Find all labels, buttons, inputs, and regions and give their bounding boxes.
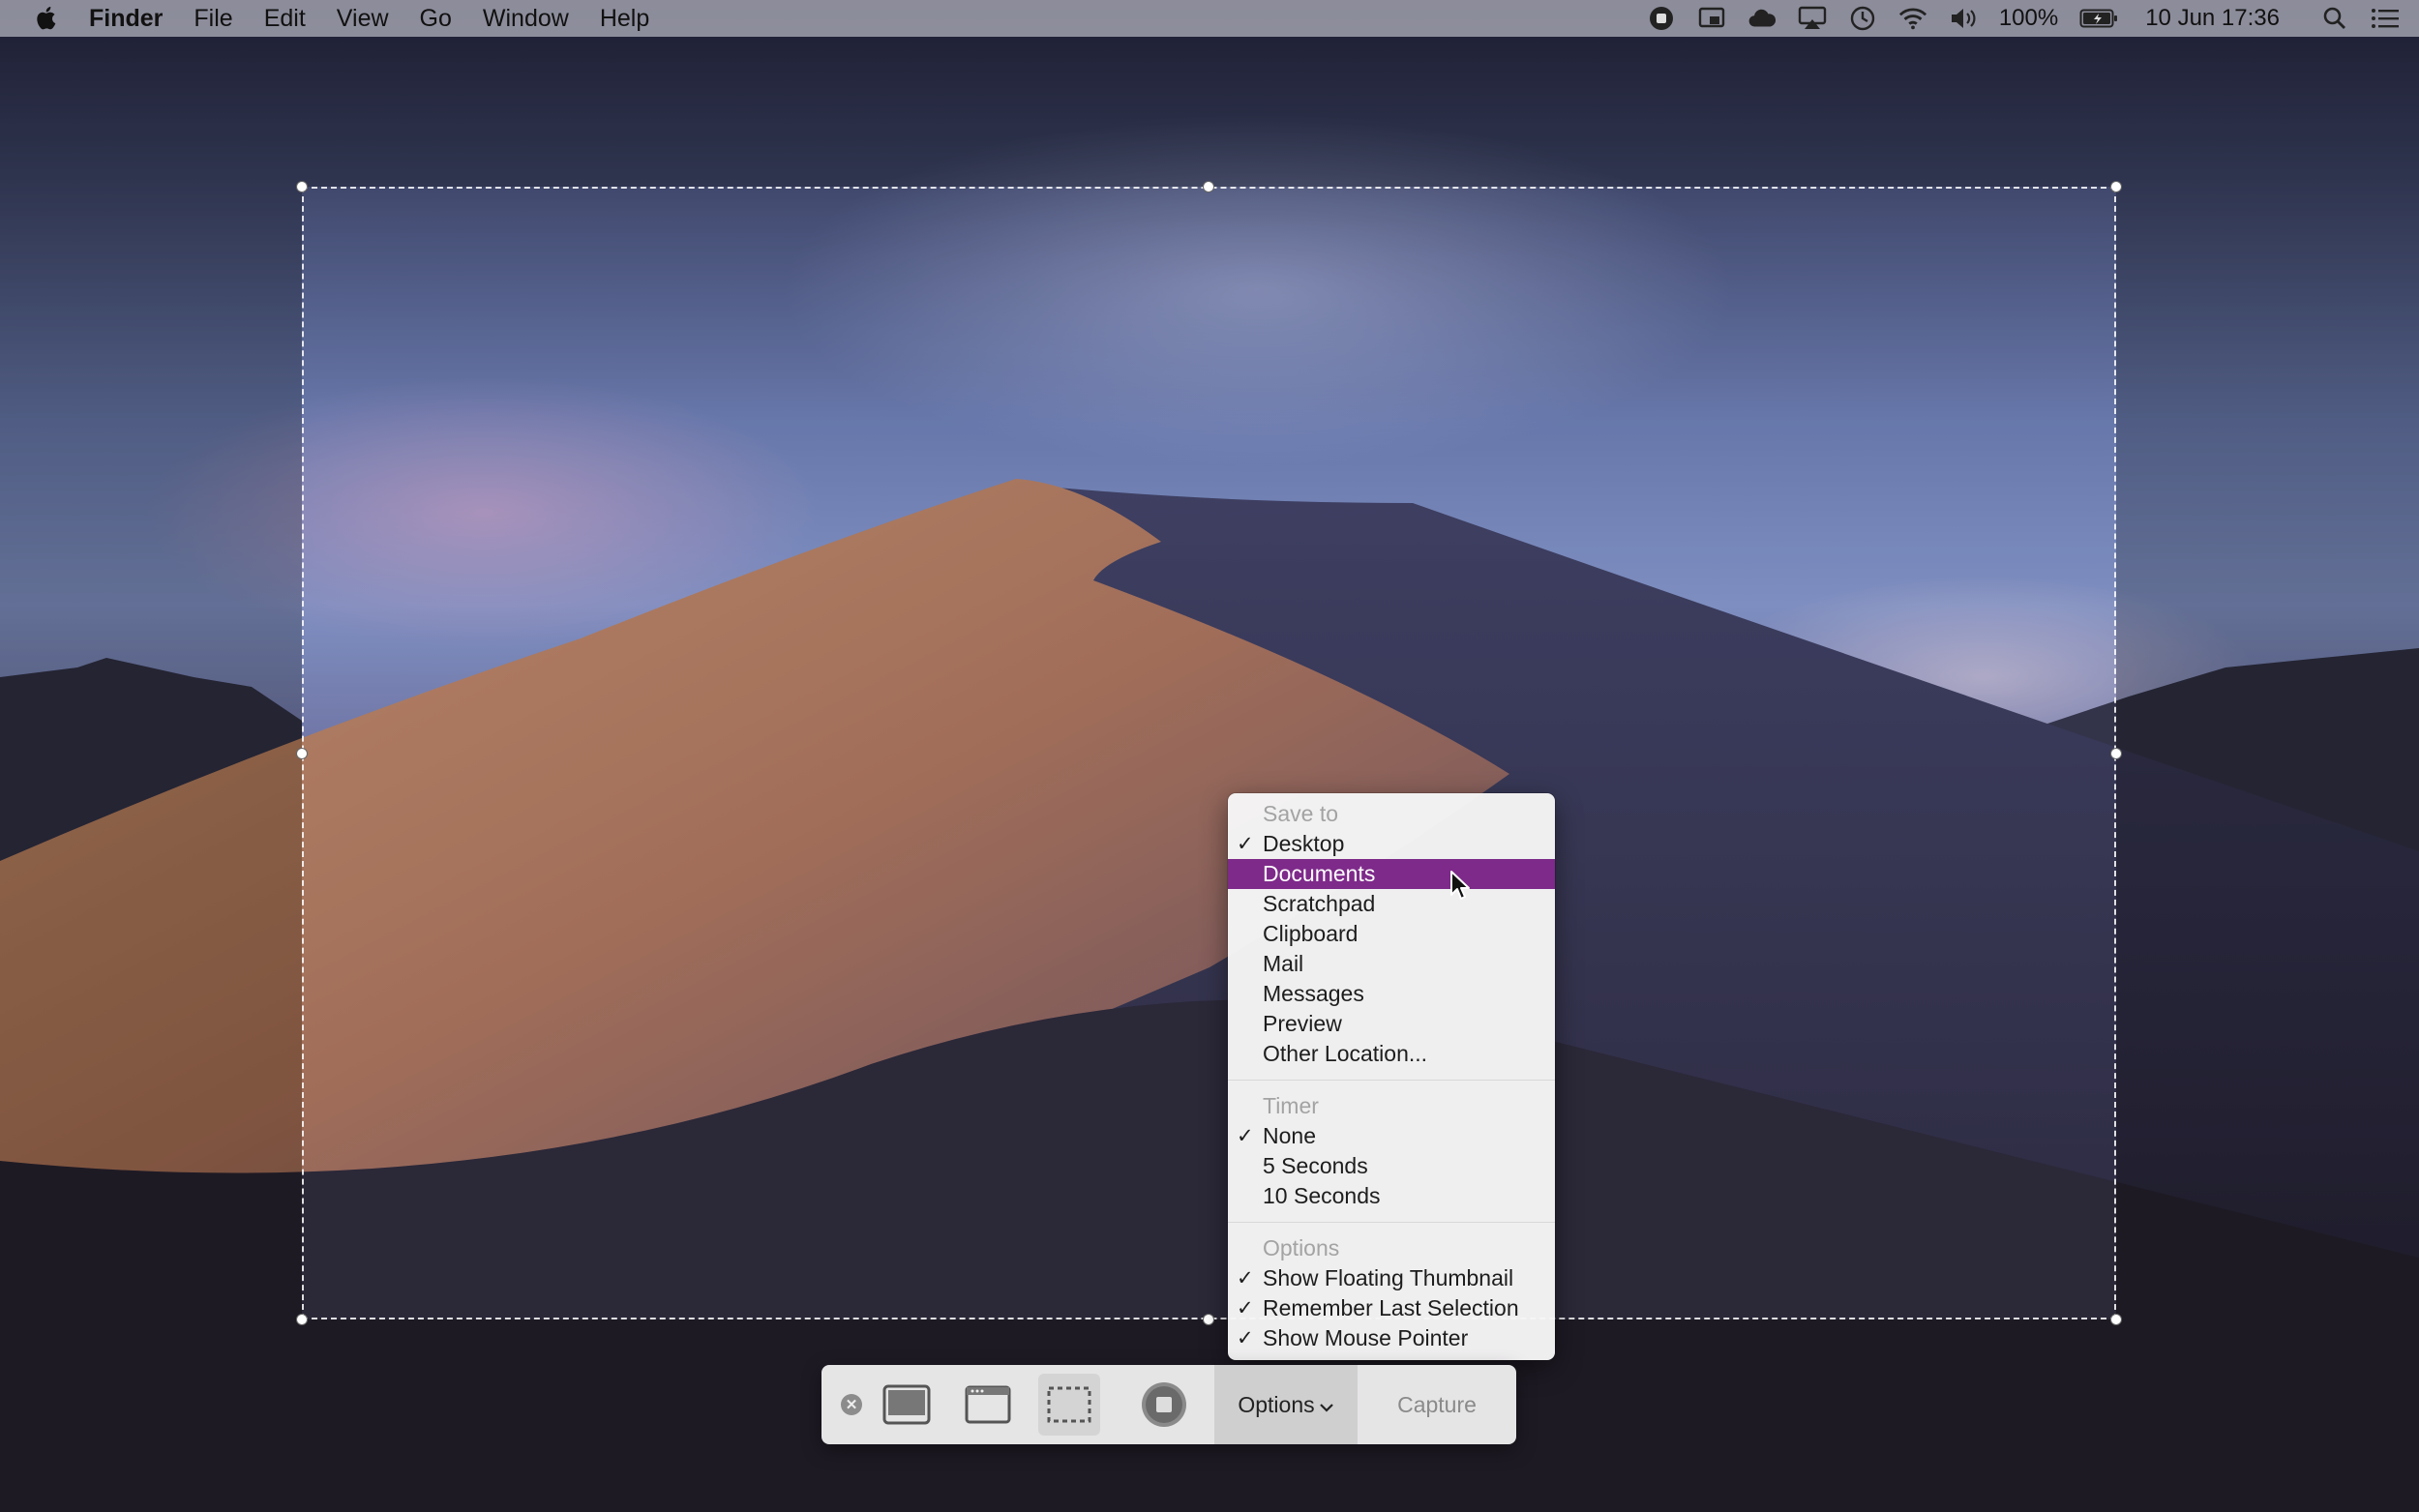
selection-handle-middle-left[interactable] (296, 748, 308, 759)
save-to-header: Save to (1263, 801, 1338, 826)
battery-icon[interactable] (2079, 4, 2118, 33)
capture-selection-area[interactable] (302, 187, 2116, 1319)
menu-item-label: Messages (1263, 981, 1364, 1006)
airplay-icon[interactable] (1798, 4, 1827, 33)
menu-item-label: Other Location... (1263, 1041, 1428, 1066)
options-button[interactable]: Options (1214, 1365, 1358, 1444)
checkmark-icon: ✓ (1237, 1125, 1254, 1147)
option-show-mouse-pointer[interactable]: ✓ Show Mouse Pointer (1228, 1323, 1555, 1353)
menu-item-label: Show Floating Thumbnail (1263, 1265, 1514, 1290)
dim-overlay-left (0, 187, 302, 1319)
window-icon (965, 1385, 1011, 1424)
menu-item-label: 10 Seconds (1263, 1183, 1381, 1208)
capture-button[interactable]: Capture (1358, 1365, 1516, 1444)
selection-handle-bottom-right[interactable] (2110, 1314, 2122, 1325)
menu-go[interactable]: Go (420, 5, 452, 33)
selection-handle-top-left[interactable] (296, 181, 308, 193)
menu-view[interactable]: View (337, 5, 389, 33)
menu-item-label: None (1263, 1123, 1316, 1148)
save-to-desktop[interactable]: ✓ Desktop (1228, 829, 1555, 859)
record-stop-icon (1142, 1382, 1186, 1427)
menu-item-label: 5 Seconds (1263, 1153, 1368, 1178)
selection-handle-top-right[interactable] (2110, 181, 2122, 193)
menu-item-label: Preview (1263, 1011, 1342, 1036)
save-to-mail[interactable]: Mail (1228, 949, 1555, 979)
checkmark-icon: ✓ (1237, 1327, 1254, 1349)
menu-app-finder[interactable]: Finder (89, 5, 163, 33)
option-remember-last-selection[interactable]: ✓ Remember Last Selection (1228, 1293, 1555, 1323)
save-to-messages[interactable]: Messages (1228, 979, 1555, 1009)
chevron-down-icon (1319, 1404, 1333, 1412)
time-machine-icon[interactable] (1848, 4, 1877, 33)
record-screen-button[interactable] (1133, 1374, 1195, 1436)
menu-edit[interactable]: Edit (264, 5, 306, 33)
menu-window[interactable]: Window (483, 5, 569, 33)
checkmark-icon: ✓ (1237, 833, 1254, 855)
menubar-clock[interactable]: 10 Jun 17:36 (2145, 5, 2280, 32)
selection-handle-bottom-left[interactable] (296, 1314, 308, 1325)
menu-item-label: Show Mouse Pointer (1263, 1325, 1469, 1350)
cloud-icon[interactable] (1747, 4, 1777, 33)
menu-separator (1228, 1080, 1555, 1081)
options-label: Options (1238, 1391, 1315, 1417)
menu-item-label: Scratchpad (1263, 891, 1376, 916)
save-to-other-location[interactable]: Other Location... (1228, 1039, 1555, 1069)
selection-handle-middle-right[interactable] (2110, 748, 2122, 759)
capture-selected-portion-button[interactable] (1038, 1374, 1100, 1436)
menu-item-label: Desktop (1263, 831, 1345, 856)
save-to-clipboard[interactable]: Clipboard (1228, 919, 1555, 949)
selection-handle-top-center[interactable] (1203, 181, 1214, 193)
status-area: 100% 10 Jun 17:36 (1647, 0, 2400, 37)
dim-overlay-right (2116, 187, 2419, 1319)
selection-icon (1047, 1386, 1091, 1423)
timer-10-seconds[interactable]: 10 Seconds (1228, 1181, 1555, 1211)
screenshot-toolbar: ✕ Options Capture (821, 1365, 1516, 1444)
capture-entire-screen-button[interactable] (876, 1374, 938, 1436)
menu-bar: Finder File Edit View Go Window Help 100… (0, 0, 2419, 37)
entire-screen-icon (882, 1384, 931, 1425)
wifi-icon[interactable] (1898, 4, 1927, 33)
search-icon[interactable] (2320, 4, 2349, 33)
save-to-documents[interactable]: Documents (1228, 859, 1555, 889)
apple-logo-icon[interactable] (33, 3, 62, 34)
options-dropdown-menu: Save to ✓ Desktop Documents Scratchpad C… (1228, 793, 1555, 1360)
screen-mirroring-icon[interactable] (1697, 4, 1726, 33)
menu-item-label: Remember Last Selection (1263, 1295, 1519, 1320)
capture-window-button[interactable] (957, 1374, 1019, 1436)
record-icon[interactable] (1647, 4, 1676, 33)
selection-handle-bottom-center[interactable] (1203, 1314, 1214, 1325)
list-icon[interactable] (2371, 4, 2400, 33)
close-icon[interactable]: ✕ (841, 1394, 862, 1415)
mouse-pointer-icon (1450, 871, 1470, 900)
volume-icon[interactable] (1949, 4, 1978, 33)
menu-help[interactable]: Help (600, 5, 649, 33)
checkmark-icon: ✓ (1237, 1267, 1254, 1290)
menu-item-label: Mail (1263, 951, 1304, 976)
timer-header: Timer (1263, 1093, 1319, 1118)
timer-none[interactable]: ✓ None (1228, 1121, 1555, 1151)
dim-overlay-top (0, 37, 2419, 187)
battery-percent: 100% (1998, 5, 2059, 31)
timer-5-seconds[interactable]: 5 Seconds (1228, 1151, 1555, 1181)
options-header: Options (1263, 1235, 1340, 1260)
save-to-scratchpad[interactable]: Scratchpad (1228, 889, 1555, 919)
menu-item-label: Clipboard (1263, 921, 1359, 946)
menu-file[interactable]: File (194, 5, 232, 33)
option-show-floating-thumbnail[interactable]: ✓ Show Floating Thumbnail (1228, 1263, 1555, 1293)
menu-item-label: Documents (1263, 861, 1376, 886)
save-to-preview[interactable]: Preview (1228, 1009, 1555, 1039)
checkmark-icon: ✓ (1237, 1297, 1254, 1319)
menu-separator (1228, 1222, 1555, 1223)
